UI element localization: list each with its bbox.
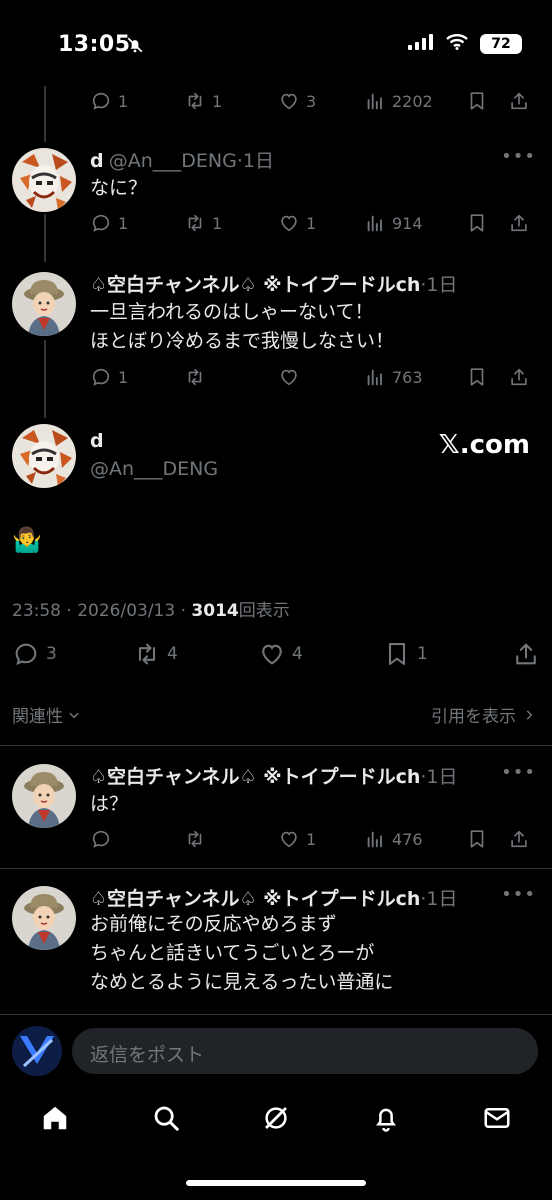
thread-line [44, 340, 46, 418]
silent-bell-icon [126, 36, 144, 58]
share-button[interactable] [512, 640, 540, 668]
reply-text: お前俺にその反応やめろまず ちゃんと話きいてうごいとろーが なめとるように見える… [90, 913, 394, 993]
more-icon[interactable]: ••• [501, 146, 536, 167]
own-avatar[interactable] [12, 1026, 62, 1076]
like-button[interactable] [278, 366, 364, 388]
bookmark-button[interactable] [466, 828, 508, 850]
view-quotes-link[interactable]: 引用を表示 [431, 702, 536, 727]
share-button[interactable] [508, 90, 530, 112]
reply-header: ♤空白チャンネル♤ ※トイプードルch·1日 [90, 766, 458, 788]
thread-line [44, 86, 46, 142]
reply-input-placeholder: 返信をポスト [90, 1044, 205, 1066]
reply-item[interactable] [12, 272, 76, 336]
views-button[interactable]: 763 [364, 366, 466, 388]
reply-text: は？ [90, 793, 129, 815]
more-icon[interactable]: ••• [501, 884, 536, 905]
bookmark-button[interactable]: 1 [383, 640, 512, 668]
main-post-meta: 23:58 · 2026/03/13 · 3014回表示 [12, 601, 290, 621]
reply-actions: 1 1 1 914 [90, 212, 540, 234]
reply-button[interactable]: 1 [90, 366, 184, 388]
chevron-down-icon [69, 712, 79, 718]
views-button[interactable]: 476 [364, 828, 466, 850]
reply-text: 一旦言われるのはしゃーないて！ ほとぼり冷めるまで我慢しなさい！ [90, 301, 395, 352]
reply-item[interactable] [12, 886, 76, 950]
cellular-signal-icon [408, 34, 434, 54]
like-button[interactable]: 3 [278, 90, 364, 112]
more-icon[interactable]: ••• [501, 762, 536, 783]
reply-button[interactable]: 1 [90, 90, 184, 112]
home-indicator [186, 1180, 366, 1186]
repost-button[interactable]: 1 [184, 90, 278, 112]
share-button[interactable] [508, 212, 530, 234]
bookmark-button[interactable] [466, 90, 508, 112]
main-post-handle[interactable]: @An___DENG [90, 458, 218, 480]
views-button[interactable]: 914 [364, 212, 466, 234]
partial-post-actions: 1 1 3 2202 [90, 90, 540, 112]
bell-icon[interactable] [371, 1103, 401, 1137]
clock: 13:05 [58, 32, 131, 57]
search-icon[interactable] [151, 1103, 181, 1137]
battery-indicator: 72 [480, 34, 522, 54]
divider [0, 745, 552, 746]
avatar[interactable] [12, 886, 76, 950]
avatar[interactable] [12, 272, 76, 336]
reply-button[interactable]: 3 [12, 640, 133, 668]
mail-icon[interactable] [482, 1103, 512, 1137]
wifi-icon [446, 34, 468, 54]
bottom-tab-bar [0, 1090, 552, 1150]
main-post-name[interactable]: d [90, 430, 104, 452]
share-button[interactable] [508, 828, 530, 850]
bookmark-button[interactable] [466, 366, 508, 388]
main-post-body: 🤷‍♂️ [12, 526, 42, 554]
reply-header: ♤空白チャンネル♤ ※トイプードルch·1日 [90, 888, 458, 910]
divider [0, 868, 552, 869]
divider [0, 1014, 552, 1015]
bookmark-button[interactable] [466, 212, 508, 234]
main-post-avatar[interactable] [12, 424, 76, 488]
repost-button[interactable] [184, 828, 278, 850]
reply-header: d @An___DENG·1日 [90, 150, 274, 172]
repost-button[interactable]: 1 [184, 212, 278, 234]
reply-button[interactable] [90, 828, 184, 850]
reply-actions: 1 763 [90, 366, 540, 388]
repost-button[interactable]: 4 [133, 640, 258, 668]
avatar[interactable] [12, 424, 76, 488]
share-button[interactable] [508, 366, 530, 388]
like-button[interactable]: 1 [278, 828, 364, 850]
reply-text: なに？ [90, 177, 148, 199]
reply-header: ♤空白チャンネル♤ ※トイプードルch·1日 [90, 274, 458, 296]
like-button[interactable]: 1 [278, 212, 364, 234]
reply-button[interactable]: 1 [90, 212, 184, 234]
reply-item[interactable] [12, 764, 76, 828]
reply-item[interactable] [12, 148, 76, 212]
status-bar: 13:05 72 [0, 0, 552, 90]
chevron-right-icon [526, 709, 533, 720]
x-watermark: 𝕏.com [438, 430, 530, 460]
like-button[interactable]: 4 [258, 640, 383, 668]
home-icon[interactable] [40, 1103, 70, 1137]
thread-line [44, 214, 46, 262]
sort-dropdown[interactable]: 関連性 [12, 702, 81, 727]
avatar[interactable] [12, 148, 76, 212]
avatar[interactable] [12, 764, 76, 828]
grok-icon[interactable] [261, 1103, 291, 1137]
views-button[interactable]: 2202 [364, 90, 466, 112]
reply-actions: 1 476 [90, 828, 540, 850]
main-post-actions: 3 4 4 1 [12, 640, 540, 668]
repost-button[interactable] [184, 366, 278, 388]
